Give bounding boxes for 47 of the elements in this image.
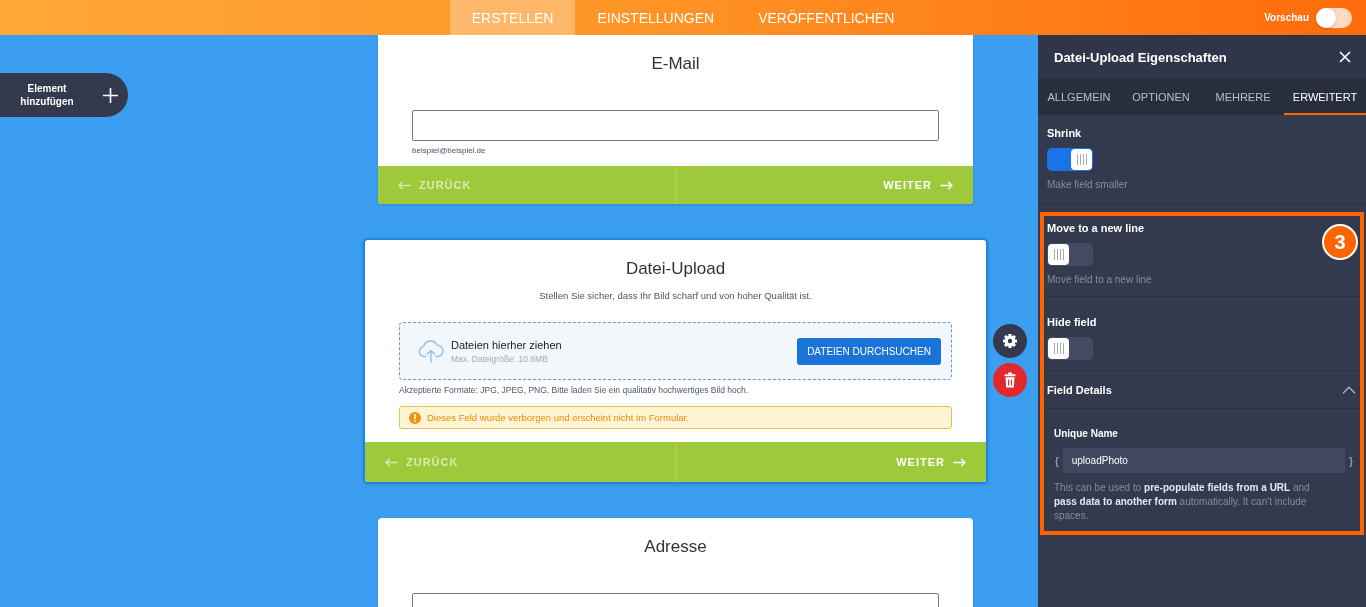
trash-icon[interactable] <box>993 363 1027 397</box>
card-title: E-Mail <box>650 54 701 74</box>
max-file-size: Max. Dateigröße: 10.6MB <box>451 353 549 364</box>
notice-text: Dieses Feld wurde verborgen und erscheint nicht im Formular. <box>427 412 689 423</box>
toggle-switch[interactable] <box>1047 243 1093 266</box>
chevron-up-icon[interactable] <box>1342 385 1356 394</box>
field-sublabel: beispiel@beispiel.de <box>412 146 487 156</box>
toggle-switch[interactable] <box>1047 337 1093 360</box>
brace-symbol: { <box>1054 454 1060 467</box>
step-marker: 3 <box>1322 224 1358 260</box>
panel-tab[interactable]: MEHRERE <box>1202 79 1284 115</box>
cloud-upload-icon <box>418 339 444 363</box>
settings-icon[interactable] <box>993 324 1027 358</box>
arrow-left-icon <box>385 457 398 467</box>
field-label: Unique Name <box>1054 428 1119 440</box>
file-dropzone[interactable]: Dateien hierher ziehen Max. Dateigröße: 10.6MB DATEIEN DURCHSUCHEN <box>399 322 952 380</box>
panel-tab[interactable]: ALLGEMEIN <box>1038 79 1120 115</box>
plus-icon <box>103 87 118 103</box>
card-description: Stellen Sie sicher, dass Ihr Bild scharf und von hoher Qualität ist. <box>538 290 813 302</box>
panel-tab[interactable]: OPTIONEN <box>1120 79 1202 115</box>
setting-description: Move field to a new line <box>1047 273 1153 286</box>
help-text: This can be used to pre-populate fields from a URL and pass data to another form automatically. It can't include spaces. <box>1054 481 1311 523</box>
card-title: Datei-Upload <box>624 259 727 279</box>
browse-files-button[interactable]: DATEIEN DURCHSUCHEN <box>797 337 941 365</box>
unique-name-input[interactable]: uploadPhoto <box>1062 448 1346 473</box>
nav-tab[interactable]: VERÖFFENTLICHEN <box>736 0 917 35</box>
panel-title: Datei-Upload Eigenschaften <box>1054 49 1227 65</box>
setting-label: Move to a new line <box>1047 221 1146 235</box>
brace-symbol: } <box>1348 454 1354 467</box>
preview-label: Vorschau <box>1264 12 1309 23</box>
dropzone-title: Dateien hierher ziehen <box>451 338 563 351</box>
preview-toggle[interactable] <box>1316 7 1352 28</box>
add-element-button[interactable]: Element hinzufügen <box>0 73 128 117</box>
card-title: Adresse <box>643 537 708 557</box>
panel-tab[interactable]: ERWEITERT <box>1284 79 1366 115</box>
setting-label: Shrink <box>1047 126 1083 140</box>
setting-description: Make field smaller <box>1047 178 1129 191</box>
toggle-switch[interactable] <box>1047 148 1093 171</box>
close-icon[interactable] <box>1339 51 1351 63</box>
exclamation-circle-icon <box>409 411 421 424</box>
section-title: Field Details <box>1047 382 1112 397</box>
text-input-field[interactable] <box>412 110 939 141</box>
accepted-formats-note: Akzeptierte Formate: JPG, JPEG, PNG. Bitte laden Sie ein qualitativ hochwertiges Bild hoch. <box>399 385 750 396</box>
setting-label: Hide field <box>1047 315 1098 329</box>
arrow-left-icon <box>398 180 411 190</box>
arrow-right-icon <box>940 180 953 190</box>
arrow-right-icon <box>953 457 966 467</box>
